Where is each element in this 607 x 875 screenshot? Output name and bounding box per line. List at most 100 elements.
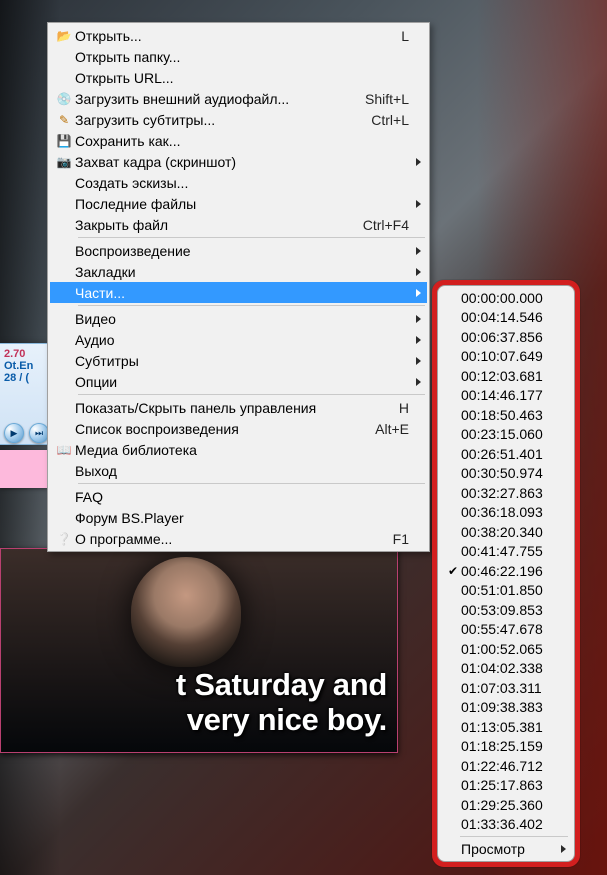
context-menu[interactable]: Открыть...L Открыть папку... Открыть URL..… xyxy=(47,22,430,552)
menu-item-shortcut: Ctrl+L xyxy=(361,112,409,128)
chapter-item[interactable]: 00:18:50.463 xyxy=(440,405,572,425)
chapter-time: 01:00:52.065 xyxy=(461,641,543,657)
menu-item-label: Субтитры xyxy=(75,353,409,369)
chapter-item[interactable]: 01:09:38.383 xyxy=(440,698,572,718)
chapter-time: 01:33:36.402 xyxy=(461,816,543,832)
chapters-view-item[interactable]: Просмотр xyxy=(440,839,572,859)
menu-item-group1-9[interactable]: Закрыть файлCtrl+F4 xyxy=(50,214,427,235)
chapter-item[interactable]: 01:29:25.360 xyxy=(440,795,572,815)
menu-item-shortcut: Alt+E xyxy=(365,421,409,437)
chapter-item[interactable]: 00:00:00.000 xyxy=(440,288,572,308)
chapter-item[interactable]: ✔00:46:22.196 xyxy=(440,561,572,581)
chapter-item[interactable]: 00:04:14.546 xyxy=(440,308,572,328)
chapter-item[interactable]: 01:22:46.712 xyxy=(440,756,572,776)
menu-item-group5-1[interactable]: Форум BS.Player xyxy=(50,507,427,528)
menu-item-label: Видео xyxy=(75,311,409,327)
menu-item-group1-1[interactable]: Открыть папку... xyxy=(50,46,427,67)
menu-item-label: О программе... xyxy=(75,531,383,547)
menu-item-group1-5[interactable]: Сохранить как... xyxy=(50,130,427,151)
chapter-item[interactable]: 00:23:15.060 xyxy=(440,425,572,445)
menu-item-group3-0[interactable]: Видео xyxy=(50,308,427,329)
cam-icon xyxy=(53,155,75,169)
chapter-item[interactable]: 00:14:46.177 xyxy=(440,386,572,406)
chapter-item[interactable]: 00:36:18.093 xyxy=(440,503,572,523)
menu-item-group1-6[interactable]: Захват кадра (скриншот) xyxy=(50,151,427,172)
menu-item-group4-3[interactable]: Выход xyxy=(50,460,427,481)
menu-item-group4-0[interactable]: Показать/Скрыть панель управленияH xyxy=(50,397,427,418)
menu-item-group4-2[interactable]: Медиа библиотека xyxy=(50,439,427,460)
chapter-item[interactable]: 01:04:02.338 xyxy=(440,659,572,679)
menu-item-group3-3[interactable]: Опции xyxy=(50,371,427,392)
menu-item-group1-4[interactable]: Загрузить субтитры...Ctrl+L xyxy=(50,109,427,130)
menu-item-group3-1[interactable]: Аудио xyxy=(50,329,427,350)
chapter-item[interactable]: 01:00:52.065 xyxy=(440,639,572,659)
menu-item-label: Форум BS.Player xyxy=(75,510,409,526)
chapter-item[interactable]: 01:33:36.402 xyxy=(440,815,572,835)
chapter-time: 00:46:22.196 xyxy=(461,563,543,579)
chapter-time: 00:26:51.401 xyxy=(461,446,543,462)
chapter-time: 01:22:46.712 xyxy=(461,758,543,774)
seek-bar-fragment[interactable] xyxy=(0,450,48,488)
chapter-time: 00:36:18.093 xyxy=(461,504,543,520)
chevron-right-icon xyxy=(416,200,421,208)
chapter-time: 00:10:07.649 xyxy=(461,348,543,364)
menu-item-group5-2[interactable]: О программе...F1 xyxy=(50,528,427,549)
menu-item-label: Закрыть файл xyxy=(75,217,353,233)
menu-item-group5-0[interactable]: FAQ xyxy=(50,486,427,507)
menu-item-group1-7[interactable]: Создать эскизы... xyxy=(50,172,427,193)
chapter-time: 00:06:37.856 xyxy=(461,329,543,345)
chevron-right-icon xyxy=(416,315,421,323)
chapter-item[interactable]: 00:55:47.678 xyxy=(440,620,572,640)
menu-item-group4-1[interactable]: Список воспроизведенияAlt+E xyxy=(50,418,427,439)
chapter-item[interactable]: 00:53:09.853 xyxy=(440,600,572,620)
menu-item-group1-3[interactable]: Загрузить внешний аудиофайл...Shift+L xyxy=(50,88,427,109)
menu-item-group1-2[interactable]: Открыть URL... xyxy=(50,67,427,88)
chapter-time: 00:00:00.000 xyxy=(461,290,543,306)
menu-item-group2-1[interactable]: Закладки xyxy=(50,261,427,282)
chapter-item[interactable]: 01:13:05.381 xyxy=(440,717,572,737)
menu-item-group2-0[interactable]: Воспроизведение xyxy=(50,240,427,261)
cd-icon xyxy=(53,92,75,106)
menu-item-label: Загрузить субтитры... xyxy=(75,112,361,128)
chapter-item[interactable]: 00:10:07.649 xyxy=(440,347,572,367)
menu-item-group1-0[interactable]: Открыть...L xyxy=(50,25,427,46)
chapter-item[interactable]: 00:06:37.856 xyxy=(440,327,572,347)
chapter-item[interactable]: 00:38:20.340 xyxy=(440,522,572,542)
chapter-time: 01:09:38.383 xyxy=(461,699,543,715)
menu-item-label: Аудио xyxy=(75,332,409,348)
chapter-item[interactable]: 00:32:27.863 xyxy=(440,483,572,503)
menu-item-label: Открыть... xyxy=(75,28,391,44)
chapter-time: 00:55:47.678 xyxy=(461,621,543,637)
subtitle-text: t Saturday and very nice boy. xyxy=(1,667,391,738)
chapter-time: 00:53:09.853 xyxy=(461,602,543,618)
menu-item-group1-8[interactable]: Последние файлы xyxy=(50,193,427,214)
menu-separator xyxy=(78,394,425,395)
chapter-item[interactable]: 00:26:51.401 xyxy=(440,444,572,464)
menu-item-label: Выход xyxy=(75,463,409,479)
next-button[interactable]: ⏭ xyxy=(29,423,49,443)
chapter-item[interactable]: 00:30:50.974 xyxy=(440,464,572,484)
chapter-item[interactable]: 01:18:25.159 xyxy=(440,737,572,757)
chapter-time: 00:18:50.463 xyxy=(461,407,543,423)
menu-item-group2-2[interactable]: Части... xyxy=(50,282,427,303)
player-controls: ▶ ⏭ xyxy=(4,423,49,443)
menu-item-label: Показать/Скрыть панель управления xyxy=(75,400,389,416)
play-button[interactable]: ▶ xyxy=(4,423,24,443)
menu-item-label: Закладки xyxy=(75,264,409,280)
chapter-time: 01:18:25.159 xyxy=(461,738,543,754)
menu-item-label: Список воспроизведения xyxy=(75,421,365,437)
chapter-item[interactable]: 01:25:17.863 xyxy=(440,776,572,796)
menu-item-label: Открыть папку... xyxy=(75,49,409,65)
menu-item-shortcut: H xyxy=(389,400,409,416)
chapter-item[interactable]: 00:41:47.755 xyxy=(440,542,572,562)
chapter-item[interactable]: 01:07:03.311 xyxy=(440,678,572,698)
chapters-submenu[interactable]: 00:00:00.000 00:04:14.54600:06:37.856 00:1… xyxy=(437,285,575,862)
menu-item-label: Открыть URL... xyxy=(75,70,409,86)
chapter-item[interactable]: 00:12:03.681 xyxy=(440,366,572,386)
menu-item-group3-2[interactable]: Субтитры xyxy=(50,350,427,371)
menu-item-label: Сохранить как... xyxy=(75,133,409,149)
chapter-time: 01:07:03.311 xyxy=(461,680,542,696)
menu-item-label: FAQ xyxy=(75,489,409,505)
chapter-time: 00:30:50.974 xyxy=(461,465,543,481)
chapter-item[interactable]: 00:51:01.850 xyxy=(440,581,572,601)
